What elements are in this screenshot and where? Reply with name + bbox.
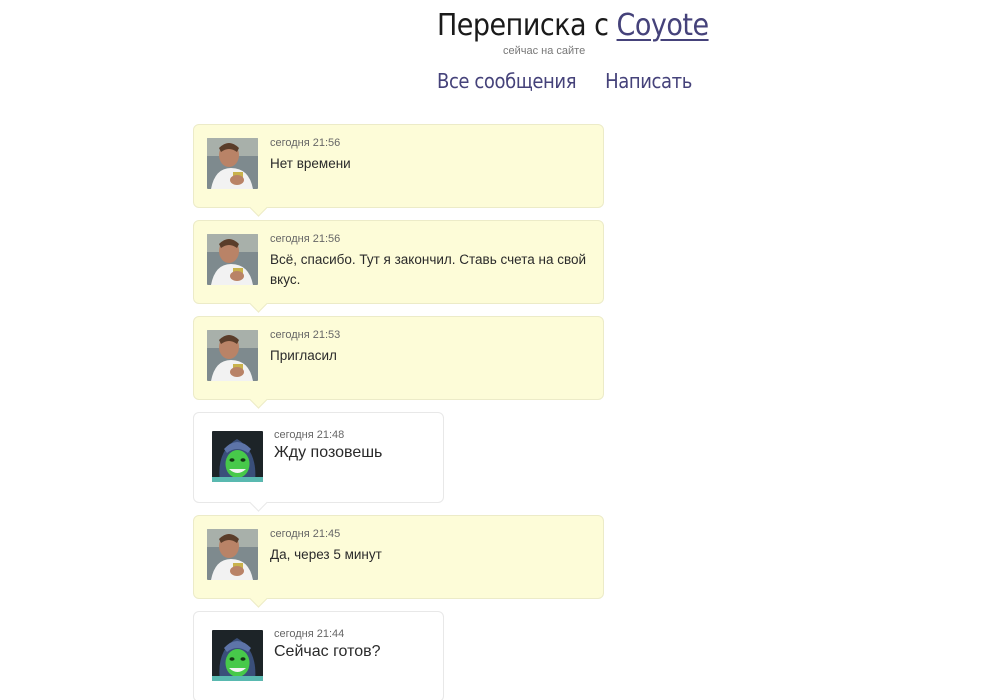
interlocutor-link[interactable]: Coyote xyxy=(617,8,710,43)
message-time: сегодня 21:45 xyxy=(270,528,341,540)
message-item: сегодня 21:56 Всё, спасибо. Тут я законч… xyxy=(193,220,604,304)
message-text: Жду позовешь xyxy=(274,444,383,461)
message-text: Пригласил xyxy=(270,348,337,363)
message-time: сегодня 21:44 xyxy=(274,628,345,640)
interlocutor-avatar[interactable] xyxy=(212,431,263,482)
message-item: сегодня 21:45 Да, через 5 минут xyxy=(193,515,604,599)
interlocutor-avatar[interactable] xyxy=(212,630,263,681)
my-avatar[interactable] xyxy=(207,529,258,580)
message-time: сегодня 21:56 xyxy=(270,233,341,245)
player-photo-icon xyxy=(207,234,258,285)
conversation-nav: Все сообщения Написать xyxy=(437,68,692,94)
my-avatar[interactable] xyxy=(207,234,258,285)
message-text: Всё, спасибо. Тут я закончил. Ставь счет… xyxy=(270,252,587,287)
message-item: сегодня 21:53 Пригласил xyxy=(193,316,604,400)
page-title: Переписка с Coyote xyxy=(437,6,709,46)
my-avatar[interactable] xyxy=(207,138,258,189)
message-text: Сейчас готов? xyxy=(274,643,381,660)
message-text: Нет времени xyxy=(270,156,351,171)
masked-face-icon xyxy=(212,630,263,681)
player-photo-icon xyxy=(207,529,258,580)
masked-face-icon xyxy=(212,431,263,482)
message-item: сегодня 21:56 Нет времени xyxy=(193,124,604,208)
conversation-page: Переписка с Coyote сейчас на сайте Все с… xyxy=(0,0,1000,700)
online-status: сейчас на сайте xyxy=(503,45,586,57)
message-time: сегодня 21:53 xyxy=(270,329,341,341)
write-message-link[interactable]: Написать xyxy=(605,68,692,94)
conversation-header: Переписка с Coyote сейчас на сайте Все с… xyxy=(0,0,1000,110)
message-text: Да, через 5 минут xyxy=(270,547,382,562)
player-photo-icon xyxy=(207,330,258,381)
message-time: сегодня 21:56 xyxy=(270,137,341,149)
all-messages-link[interactable]: Все сообщения xyxy=(437,68,577,94)
my-avatar[interactable] xyxy=(207,330,258,381)
player-photo-icon xyxy=(207,138,258,189)
message-item: сегодня 21:48 Жду позовешь xyxy=(193,412,444,503)
title-prefix: Переписка с xyxy=(437,8,609,43)
message-time: сегодня 21:48 xyxy=(274,429,345,441)
message-thread: сегодня 21:56 Нет времени сегодня 21:56 … xyxy=(193,124,613,700)
message-item: сегодня 21:44 Сейчас готов? xyxy=(193,611,444,700)
